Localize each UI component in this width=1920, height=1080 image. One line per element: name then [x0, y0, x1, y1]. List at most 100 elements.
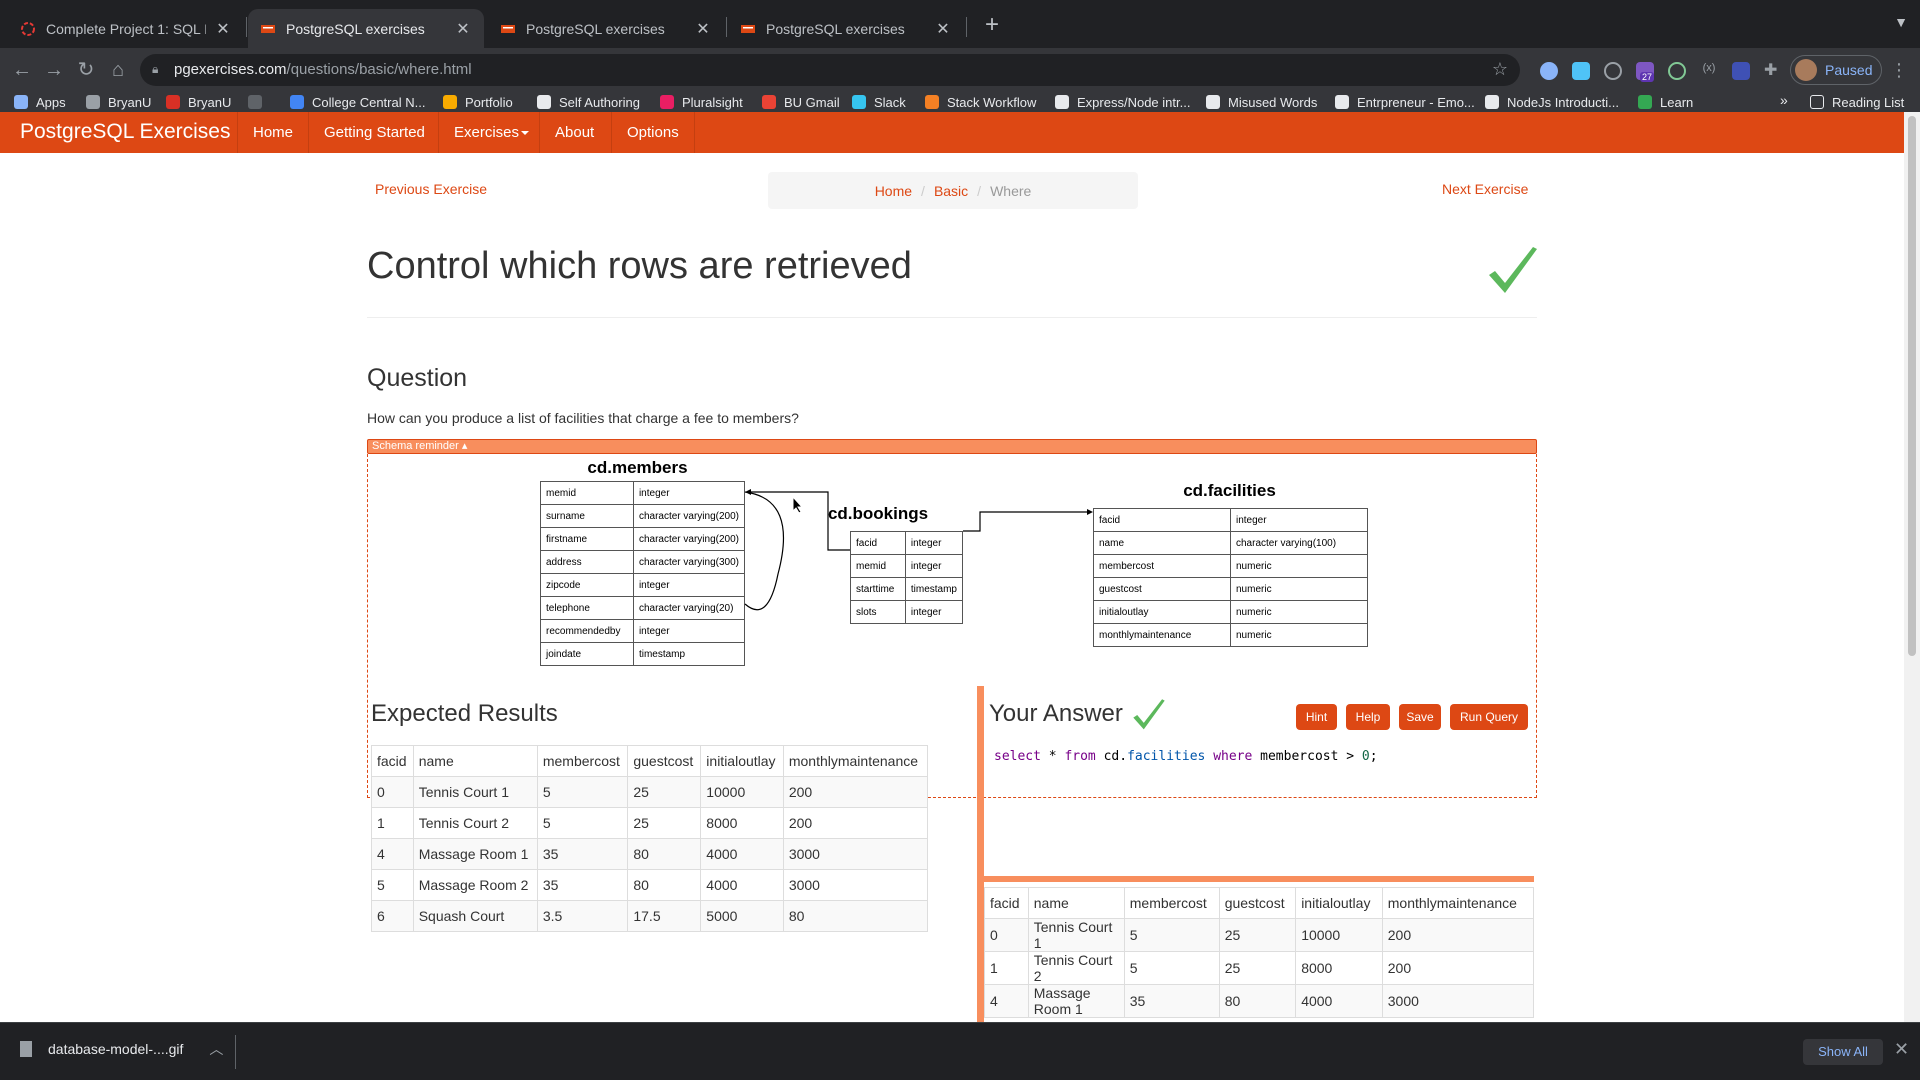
- back-arrow-icon[interactable]: ←: [10, 58, 34, 82]
- bookmark-item[interactable]: BryanU: [86, 92, 151, 112]
- table-cell: 5000: [700, 900, 784, 932]
- save-button[interactable]: Save: [1399, 704, 1441, 730]
- breadcrumb-home[interactable]: Home: [875, 183, 912, 199]
- column-header: membercost: [1123, 887, 1220, 919]
- bookmark-item[interactable]: Stack Workflow: [925, 92, 1036, 112]
- bookmark-item[interactable]: BryanU: [166, 92, 231, 112]
- breadcrumb-current: Where: [990, 182, 1032, 199]
- tab-close-icon[interactable]: ✕: [934, 19, 952, 39]
- reading-list-icon: [1810, 95, 1824, 109]
- bookmark-label: Stack Workflow: [947, 94, 1037, 110]
- previous-exercise-link[interactable]: Previous Exercise: [375, 181, 487, 197]
- table-cell: 3.5: [536, 900, 629, 932]
- tab-close-icon[interactable]: ✕: [214, 19, 232, 39]
- browser-tab[interactable]: PostgreSQL exercises ✕: [728, 9, 964, 48]
- tab-favicon-icon: [21, 21, 35, 36]
- panel-resize-handle[interactable]: [977, 686, 984, 1022]
- extension-code-icon[interactable]: (x): [1700, 62, 1718, 80]
- bookmarks-overflow-icon[interactable]: »: [1780, 92, 1788, 108]
- close-icon[interactable]: ✕: [1894, 1039, 1909, 1060]
- extension-react-icon[interactable]: [1540, 62, 1558, 80]
- bookmark-item[interactable]: Portfolio: [443, 92, 513, 112]
- reload-icon[interactable]: ↻: [74, 58, 98, 82]
- extension-grammarly-icon[interactable]: [1668, 62, 1686, 80]
- extension-badge-icon[interactable]: 27: [1636, 62, 1655, 82]
- sql-query-line: select * from cd.facilities where member…: [994, 749, 1378, 764]
- page-title: Control which rows are retrieved: [367, 245, 912, 287]
- extension-window-icon[interactable]: [1732, 62, 1750, 80]
- browser-tab[interactable]: Complete Project 1: SQL Practi ✕: [8, 9, 244, 48]
- bookmark-item[interactable]: Misused Words: [1206, 92, 1317, 112]
- table-row: 0 Tennis Court 1 5 25 10000 200: [371, 776, 929, 808]
- tab-search-chevron-icon[interactable]: ▼: [1894, 14, 1908, 30]
- bookmark-item[interactable]: Pluralsight: [660, 92, 743, 112]
- nav-options[interactable]: Options: [611, 112, 695, 153]
- table-cell: 5: [1123, 918, 1220, 952]
- bookmark-item[interactable]: NodeJs Introducti...: [1485, 92, 1619, 112]
- browser-tab-strip: Complete Project 1: SQL Practi ✕ Postgre…: [0, 0, 1920, 48]
- nav-exercises[interactable]: Exercises: [438, 112, 544, 153]
- question-heading: Question: [367, 364, 468, 392]
- next-exercise-link[interactable]: Next Exercise: [1442, 181, 1528, 197]
- nav-getting-started[interactable]: Getting Started: [308, 112, 440, 153]
- bookmark-label: NodeJs Introducti...: [1507, 94, 1619, 110]
- table-cell: 200: [1381, 918, 1535, 952]
- table-cell: 1: [984, 951, 1029, 985]
- tab-title: Complete Project 1: SQL Practi: [46, 20, 206, 37]
- chevron-up-icon[interactable]: ︿: [209, 1039, 223, 1059]
- run-query-button[interactable]: Run Query: [1450, 704, 1528, 730]
- new-tab-plus-icon[interactable]: +: [978, 12, 1006, 40]
- web-page: PostgreSQL Exercises Home Getting Starte…: [0, 112, 1904, 1022]
- tab-close-icon[interactable]: ✕: [454, 19, 472, 39]
- table-header-row: facid name membercost guestcost initialoutla…: [371, 745, 929, 777]
- editor-resize-handle[interactable]: [984, 876, 1534, 882]
- site-brand[interactable]: PostgreSQL Exercises: [20, 120, 230, 144]
- download-shelf: database-model-....gif ︿ Show All ✕: [0, 1022, 1920, 1080]
- bookmark-star-icon[interactable]: ☆: [1492, 59, 1508, 80]
- hint-button[interactable]: Hint: [1296, 704, 1337, 730]
- bookmark-item[interactable]: Entrpreneur - Emo...: [1335, 92, 1475, 112]
- tab-close-icon[interactable]: ✕: [694, 19, 712, 39]
- bookmark-item[interactable]: College Central N...: [290, 92, 425, 112]
- bookmark-item[interactable]: Learn: [1638, 92, 1693, 112]
- bookmark-item[interactable]: Self Authoring: [537, 92, 640, 112]
- sql-editor[interactable]: select * from cd.facilities where member…: [989, 742, 1529, 872]
- nav-home[interactable]: Home: [237, 112, 308, 153]
- expected-results-table: facid name membercost guestcost initialoutla…: [371, 745, 929, 932]
- table-cell: 200: [1381, 951, 1535, 985]
- home-icon[interactable]: ⌂: [106, 58, 130, 82]
- completed-check-icon: [1489, 247, 1537, 293]
- show-all-button[interactable]: Show All: [1803, 1039, 1883, 1065]
- help-button[interactable]: Help: [1346, 704, 1390, 730]
- browser-tab-active[interactable]: PostgreSQL exercises ✕: [248, 9, 484, 48]
- table-header-row: facid name membercost guestcost initialoutla…: [984, 887, 1535, 919]
- scrollbar-thumb[interactable]: [1908, 116, 1916, 656]
- profile-status: Paused: [1825, 62, 1873, 78]
- reading-list-button[interactable]: Reading List: [1810, 92, 1904, 112]
- bookmark-item[interactable]: Apps: [14, 92, 66, 112]
- page-scrollbar[interactable]: [1904, 112, 1920, 1022]
- browser-menu-icon[interactable]: ⋮: [1890, 60, 1908, 81]
- chevron-down-icon: [521, 131, 530, 136]
- extension-target-icon[interactable]: [1604, 62, 1622, 80]
- bookmark-favicon-icon: [925, 95, 939, 109]
- browser-tab[interactable]: PostgreSQL exercises ✕: [488, 9, 724, 48]
- breadcrumb-basic[interactable]: Basic: [934, 183, 968, 199]
- address-bar[interactable]: 🔒︎ pgexercises.com/questions/basic/where…: [140, 54, 1520, 86]
- download-item[interactable]: database-model-....gif ︿: [20, 1039, 223, 1059]
- table-cell: 80: [627, 869, 702, 901]
- profile-button[interactable]: Paused: [1790, 55, 1882, 85]
- extensions-puzzle-icon[interactable]: ✚: [1764, 62, 1782, 80]
- forward-arrow-icon[interactable]: →: [42, 58, 66, 82]
- schema-reminder-toggle[interactable]: Schema reminder ▴: [367, 439, 1537, 454]
- nav-about[interactable]: About: [539, 112, 609, 153]
- extension-cloud-icon[interactable]: [1572, 62, 1590, 80]
- bookmark-item[interactable]: BU Gmail: [762, 92, 840, 112]
- table-cell: 80: [782, 900, 929, 932]
- bookmark-item[interactable]: [248, 92, 270, 112]
- bookmark-item[interactable]: Express/Node intr...: [1055, 92, 1190, 112]
- download-filename: database-model-....gif: [48, 1041, 184, 1057]
- bookmark-label: College Central N...: [312, 94, 426, 110]
- bookmark-item[interactable]: Slack: [852, 92, 906, 112]
- table-cell: 17.5: [627, 900, 702, 932]
